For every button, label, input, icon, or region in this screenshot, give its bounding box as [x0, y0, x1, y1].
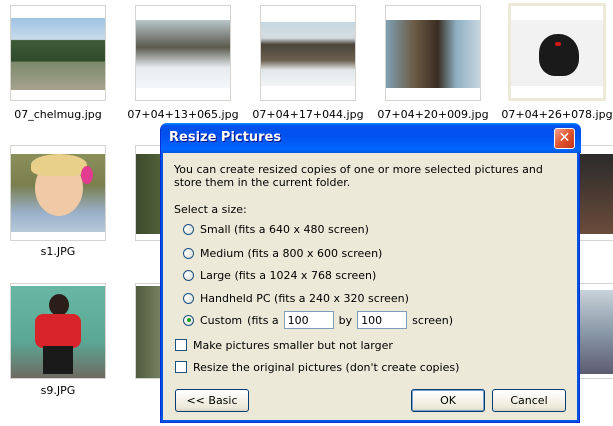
radio-label: Custom: [200, 313, 243, 327]
thumbnail-caption: 07+04+20+009.jpg: [377, 108, 489, 121]
thumbnail-07-04-13-065[interactable]: [135, 5, 231, 101]
dialog-description: You can create resized copies of one or …: [174, 163, 543, 189]
dialog-title: Resize Pictures: [169, 130, 282, 145]
checkbox-resize-original[interactable]: Resize the original pictures (don't crea…: [175, 359, 459, 375]
radio-icon[interactable]: [183, 292, 194, 304]
radio-label: Medium (fits a 800 x 600 screen): [200, 246, 383, 260]
radio-medium[interactable]: Medium (fits a 800 x 600 screen): [183, 245, 382, 261]
checkbox-icon[interactable]: [175, 339, 187, 351]
basic-button[interactable]: << Basic: [175, 389, 249, 412]
radio-label: Large (fits a 1024 x 768 screen): [200, 268, 377, 282]
resize-pictures-dialog: Resize Pictures ✕ You can create resized…: [160, 123, 581, 423]
thumbnail-partial-right[interactable]: [575, 145, 613, 241]
dialog-titlebar[interactable]: Resize Pictures ✕: [161, 123, 581, 153]
custom-prefix: (fits a: [247, 313, 279, 327]
close-icon[interactable]: ✕: [554, 128, 575, 149]
thumbnail-07-chelmug[interactable]: [10, 5, 106, 101]
thumbnail-caption: 07+04+26+078.jpg: [501, 108, 613, 121]
thumbnail-s9[interactable]: [10, 283, 106, 379]
radio-icon-selected[interactable]: [183, 314, 194, 326]
cancel-button[interactable]: Cancel: [492, 389, 566, 412]
thumbnail-s1[interactable]: [10, 145, 106, 241]
radio-icon[interactable]: [183, 247, 194, 259]
ok-button[interactable]: OK: [411, 389, 485, 412]
checkbox-smaller-only[interactable]: Make pictures smaller but not larger: [175, 337, 393, 353]
dialog-body: You can create resized copies of one or …: [165, 153, 577, 419]
thumbnail-caption: s1.JPG: [40, 245, 76, 258]
checkbox-label: Resize the original pictures (don't crea…: [193, 360, 460, 374]
radio-custom[interactable]: Custom (fits a by screen): [183, 311, 454, 329]
radio-icon[interactable]: [183, 269, 194, 281]
thumbnail-07-04-17-044[interactable]: [260, 5, 356, 101]
radio-icon[interactable]: [183, 223, 194, 235]
radio-label: Handheld PC (fits a 240 x 320 screen): [200, 291, 409, 305]
thumbnail-caption: s9.JPG: [40, 384, 76, 397]
checkbox-icon[interactable]: [175, 361, 187, 373]
thumbnail-07-04-26-078[interactable]: [508, 3, 606, 101]
radio-handheld[interactable]: Handheld PC (fits a 240 x 320 screen): [183, 290, 409, 306]
radio-large[interactable]: Large (fits a 1024 x 768 screen): [183, 267, 376, 283]
radio-label: Small (fits a 640 x 480 screen): [200, 222, 369, 236]
custom-width-input[interactable]: [283, 311, 334, 329]
thumbnail-caption: 07+04+17+044.jpg: [252, 108, 364, 121]
radio-small[interactable]: Small (fits a 640 x 480 screen): [183, 221, 369, 237]
checkbox-label: Make pictures smaller but not larger: [193, 338, 393, 352]
thumbnail-07-04-20-009[interactable]: [385, 5, 481, 101]
custom-height-input[interactable]: [357, 311, 408, 329]
custom-suffix: screen): [412, 313, 454, 327]
thumbnail-caption: 07_chelmug.jpg: [14, 108, 102, 121]
thumbnail-partial-right[interactable]: [575, 283, 613, 379]
custom-by: by: [338, 313, 353, 327]
thumbnail-caption: 07+04+13+065.jpg: [127, 108, 239, 121]
select-size-label: Select a size:: [174, 203, 247, 216]
